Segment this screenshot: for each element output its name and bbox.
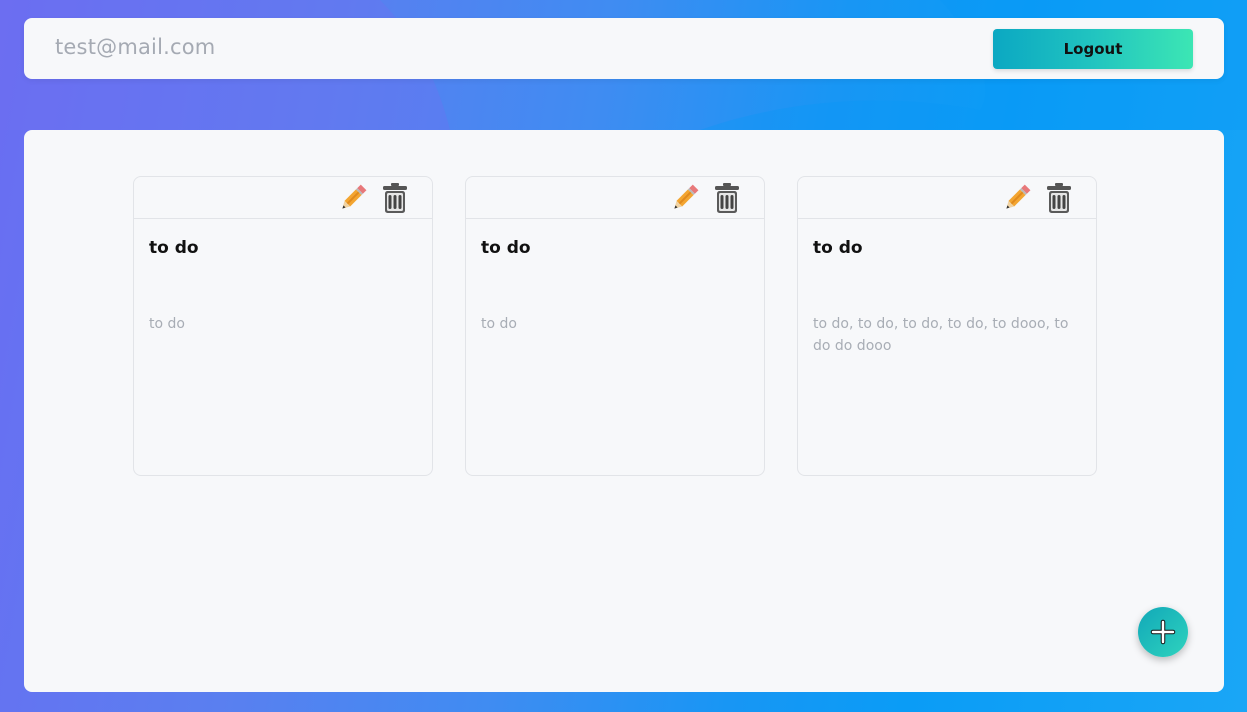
note-card: to do to do, to do, to do, to do, to doo… (797, 176, 1097, 476)
note-title: to do (481, 238, 531, 258)
note-toolbar (134, 177, 432, 219)
trash-icon[interactable] (1042, 181, 1076, 215)
note-toolbar (798, 177, 1096, 219)
logout-button[interactable]: Logout (993, 29, 1193, 69)
pencil-icon[interactable] (1000, 181, 1034, 215)
note-card: to do to do (465, 176, 765, 476)
pencil-icon[interactable] (668, 181, 702, 215)
add-note-button[interactable] (1138, 607, 1188, 657)
note-card: to do to do (133, 176, 433, 476)
note-toolbar (466, 177, 764, 219)
user-email: test@mail.com (55, 35, 216, 59)
note-body: to do (149, 316, 185, 332)
note-title: to do (813, 238, 863, 258)
pencil-icon[interactable] (336, 181, 370, 215)
note-title: to do (149, 238, 199, 258)
top-bar: test@mail.com Logout (24, 18, 1224, 79)
trash-icon[interactable] (710, 181, 744, 215)
plus-icon (1150, 619, 1176, 645)
notes-panel: to do to do to do to do to do to do, to … (24, 130, 1224, 692)
trash-icon[interactable] (378, 181, 412, 215)
note-body: to do (481, 316, 517, 332)
note-body: to do, to do, to do, to do, to dooo, to … (813, 316, 1069, 354)
